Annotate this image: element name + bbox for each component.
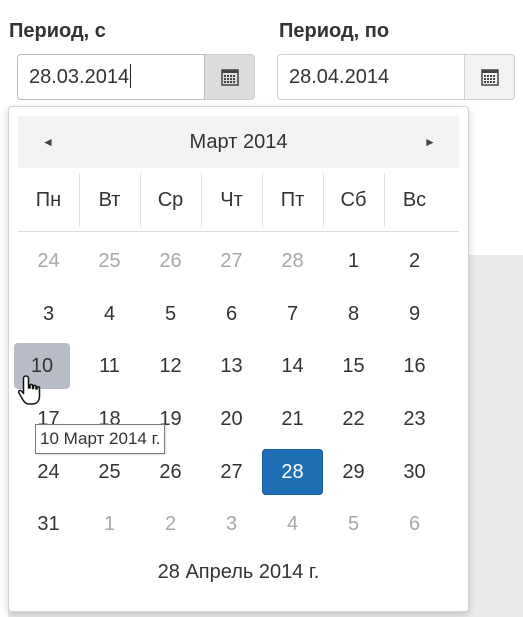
calendar-day[interactable]: 6	[201, 291, 262, 337]
date-tooltip: 10 Март 2014 г.	[35, 424, 166, 454]
weekday-header: Пн	[35, 189, 62, 211]
calendar-day[interactable]: 27	[201, 449, 262, 495]
period-to-value: 28.04.2014	[289, 66, 390, 88]
calendar-day[interactable]: 26	[140, 449, 201, 495]
period-from-value: 28.03.2014	[29, 66, 130, 88]
calendar-day[interactable]: 4	[79, 291, 140, 337]
weekday-header: Вс	[402, 189, 427, 211]
calendar-day[interactable]: 6	[384, 501, 445, 547]
calendar-day[interactable]: 29	[323, 449, 384, 495]
calendar-day[interactable]: 8	[323, 291, 384, 337]
weekday-separator	[384, 173, 385, 227]
calendar-day[interactable]: 26	[140, 238, 201, 284]
calendar-day[interactable]: 14	[262, 343, 323, 389]
calendar-day[interactable]: 23	[384, 396, 445, 442]
calendar-day[interactable]: 3	[18, 291, 79, 337]
calendar-icon	[220, 69, 239, 86]
month-title: Март 2014	[189, 131, 288, 153]
period-from-label: Период, с	[9, 20, 106, 42]
period-from-input[interactable]: 28.03.2014	[17, 54, 205, 100]
weekday-separator	[79, 173, 80, 227]
calendar-day[interactable]: 30	[384, 449, 445, 495]
calendar-day[interactable]: 28	[262, 449, 323, 495]
period-to-calendar-button[interactable]	[465, 54, 515, 100]
today-link[interactable]: 28 Апрель 2014 г.	[9, 561, 468, 584]
weekday-header: Ср	[157, 189, 184, 211]
weekday-header: Сб	[340, 189, 367, 211]
calendar-day[interactable]: 1	[79, 501, 140, 547]
calendar-day[interactable]: 3	[201, 501, 262, 547]
datepicker-header: Март 2014 ◄ ►	[18, 116, 459, 168]
weekday-header: Чт	[220, 189, 243, 211]
calendar-day[interactable]: 9	[384, 291, 445, 337]
weekday-header: Пт	[280, 189, 305, 211]
weekday-separator	[201, 173, 202, 227]
calendar-day[interactable]: 13	[201, 343, 262, 389]
prev-month-button[interactable]: ◄	[42, 116, 54, 168]
period-to-label: Период, по	[279, 20, 390, 42]
weekday-separator	[262, 173, 263, 227]
calendar-day[interactable]: 24	[18, 449, 79, 495]
calendar-day[interactable]: 12	[140, 343, 201, 389]
calendar-day[interactable]: 5	[323, 501, 384, 547]
weekday-divider	[18, 231, 459, 232]
weekday-separator	[140, 173, 141, 227]
calendar-day[interactable]: 2	[140, 501, 201, 547]
calendar-day[interactable]: 27	[201, 238, 262, 284]
calendar-day[interactable]: 25	[79, 449, 140, 495]
period-from-calendar-button[interactable]	[205, 54, 255, 100]
datepicker-dropdown: Март 2014 ◄ ► Пн Вт Ср Чт Пт Сб Вс 24 25 26 27 28 1…	[8, 106, 469, 612]
calendar-day[interactable]: 2	[384, 238, 445, 284]
calendar-day[interactable]: 11	[79, 343, 140, 389]
calendar-day[interactable]: 5	[140, 291, 201, 337]
calendar-day[interactable]: 24	[18, 238, 79, 284]
text-cursor	[130, 64, 132, 89]
calendar-day[interactable]: 31	[18, 501, 79, 547]
next-month-button[interactable]: ►	[424, 116, 436, 168]
weekday-header: Вт	[98, 189, 121, 211]
calendar-day[interactable]: 25	[79, 238, 140, 284]
calendar-day[interactable]: 7	[262, 291, 323, 337]
calendar-day[interactable]: 21	[262, 396, 323, 442]
calendar-day[interactable]: 22	[323, 396, 384, 442]
calendar-icon	[480, 69, 499, 86]
calendar-day[interactable]: 4	[262, 501, 323, 547]
calendar-day[interactable]: 16	[384, 343, 445, 389]
calendar-day[interactable]: 15	[323, 343, 384, 389]
calendar-day[interactable]: 1	[323, 238, 384, 284]
calendar-day[interactable]: 20	[201, 396, 262, 442]
calendar-day[interactable]: 28	[262, 238, 323, 284]
hand-cursor-icon	[18, 375, 41, 405]
period-to-input[interactable]: 28.04.2014	[277, 54, 465, 100]
weekday-separator	[323, 173, 324, 227]
